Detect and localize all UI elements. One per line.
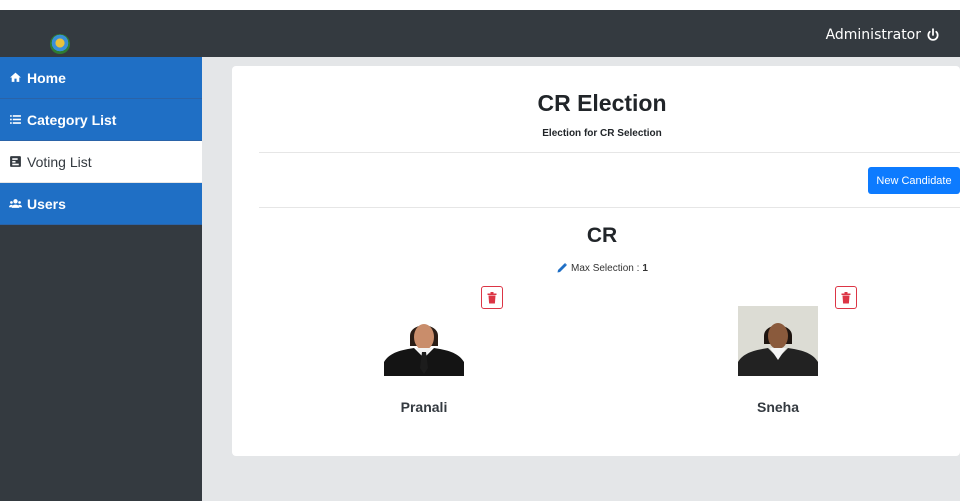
poll-icon — [10, 156, 21, 167]
page-title: CR Election — [537, 90, 667, 116]
trash-icon — [841, 291, 851, 303]
sidebar-item-home[interactable]: Home — [0, 57, 202, 99]
top-navbar: Administrator — [0, 10, 960, 57]
candidate-card: Pranali — [353, 286, 553, 446]
candidate-photo — [384, 306, 464, 376]
sidebar-item-voting-list[interactable]: Voting List — [0, 141, 202, 183]
main-content: CR Election Election for CR Selection Ne… — [202, 57, 960, 501]
new-candidate-button[interactable]: New Candidate — [868, 167, 960, 194]
divider — [259, 207, 960, 208]
sidebar-item-label: Voting List — [27, 153, 92, 170]
election-card: CR Election Election for CR Selection Ne… — [232, 66, 960, 456]
sidebar-item-category-list[interactable]: Category List — [0, 99, 202, 141]
candidate-card: Sneha — [707, 286, 907, 446]
sidebar-item-label: Home — [27, 69, 66, 86]
election-description: Election for CR Selection — [542, 128, 662, 139]
max-selection-label: Max Selection : — [571, 262, 640, 274]
sidebar-item-label: Category List — [27, 111, 117, 128]
sidebar-item-users[interactable]: Users — [0, 183, 202, 225]
divider — [259, 152, 960, 153]
delete-button[interactable] — [481, 286, 503, 309]
candidate-photo — [738, 306, 818, 376]
candidate-name: Pranali — [400, 399, 448, 415]
logo-icon[interactable] — [50, 34, 70, 54]
users-icon — [9, 199, 22, 208]
power-icon[interactable] — [926, 28, 940, 42]
list-icon — [10, 115, 21, 124]
candidate-name: Sneha — [756, 399, 799, 415]
sidebar-item-label: Users — [27, 195, 66, 212]
pencil-icon[interactable] — [556, 262, 568, 274]
home-icon — [10, 72, 21, 82]
admin-name: Administrator — [825, 27, 921, 43]
delete-button[interactable] — [835, 286, 857, 309]
category-title: CR — [586, 224, 618, 247]
admin-menu[interactable]: Administrator — [826, 27, 940, 43]
max-selection: Max Selection : 1 — [232, 262, 960, 274]
max-selection-value: 1 — [642, 262, 648, 274]
trash-icon — [487, 291, 497, 303]
sidebar: Home Category List Voting List Users — [0, 57, 202, 501]
